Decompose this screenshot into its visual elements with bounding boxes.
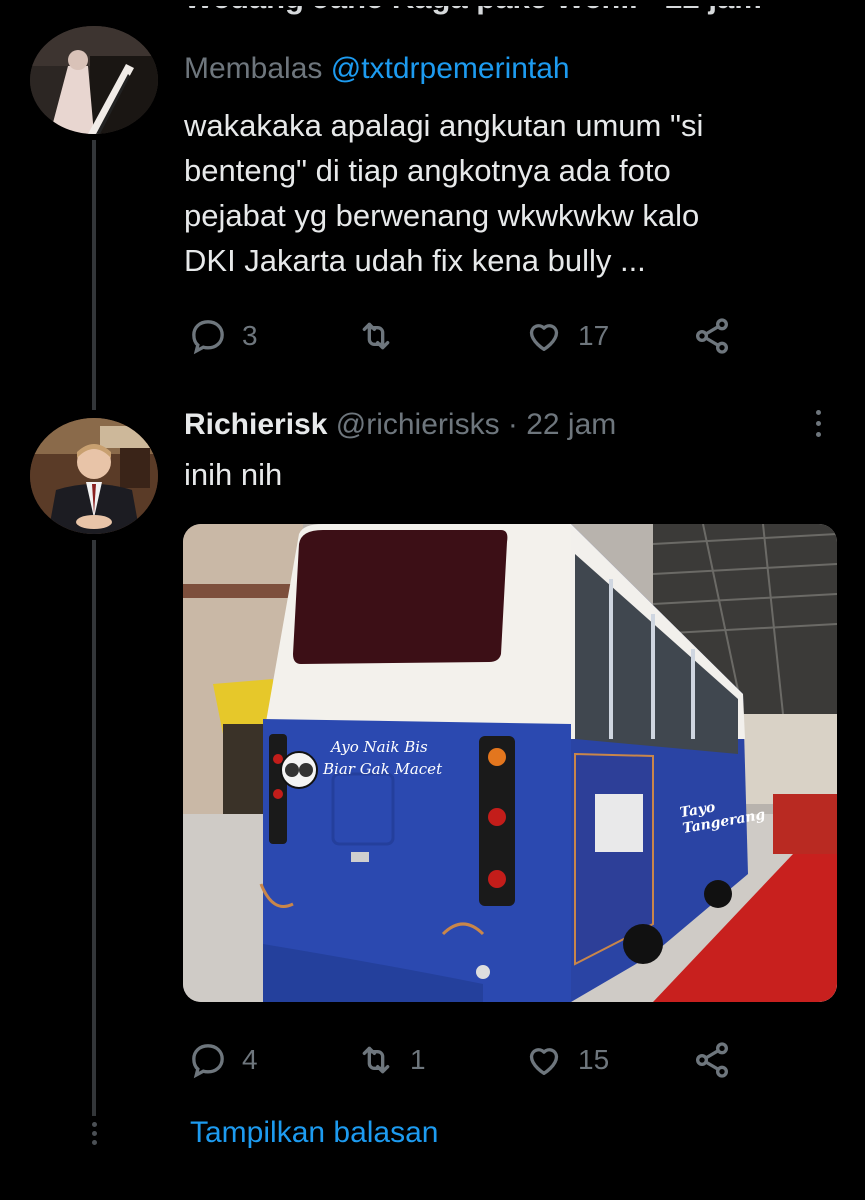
reply-count: 4	[242, 1044, 258, 1075]
thread-line	[92, 540, 96, 1116]
thread-ellipsis	[89, 1122, 99, 1149]
reply-prefix: Membalas	[184, 52, 323, 85]
tweet-media-photo[interactable]: Ayo Naik Bis Biar Gak Macet Tayo Tangera…	[183, 524, 837, 1002]
reply-button[interactable]: 4	[188, 1040, 258, 1080]
avatar[interactable]	[30, 26, 158, 134]
tweet-actions: 3 17	[184, 316, 744, 356]
tweet-text: wakakaka apalagi angkutan umum "si bente…	[184, 108, 704, 278]
reply-count: 3	[242, 320, 258, 351]
like-button[interactable]: 17	[524, 316, 609, 356]
show-replies-link[interactable]: Tampilkan balasan	[190, 1116, 438, 1150]
retweet-count: 1	[410, 1044, 426, 1075]
like-count: 17	[578, 320, 610, 351]
tweet-text: inih nih	[184, 457, 283, 492]
retweet-button[interactable]	[356, 316, 410, 356]
reply-icon	[192, 320, 224, 355]
reply-icon	[192, 1044, 224, 1079]
share-icon	[696, 318, 728, 354]
retweet-icon	[362, 322, 390, 350]
display-name[interactable]: Richierisk	[184, 408, 327, 441]
handle-and-time: @richierisks · 22 jam	[335, 408, 617, 441]
avatar[interactable]	[30, 418, 158, 534]
tweet-actions: 4 1 15	[184, 1040, 744, 1080]
cut-header: Wedang Jahe Kaga pake Wer... · 22 jam	[184, 6, 804, 36]
thread-line	[92, 140, 96, 410]
bus-slogan-line1: Ayo Naik Bis	[331, 738, 428, 756]
retweet-button[interactable]: 1	[356, 1040, 426, 1080]
like-icon	[529, 1048, 559, 1075]
bus-slogan-line2: Biar Gak Macet	[323, 760, 443, 778]
retweet-icon	[362, 1046, 390, 1074]
share-button[interactable]	[692, 1040, 732, 1080]
mention-link[interactable]: @txtdrpemerintah	[331, 52, 570, 85]
share-button[interactable]	[692, 316, 732, 356]
like-button[interactable]: 15	[524, 1040, 609, 1080]
like-icon	[529, 324, 559, 351]
reply-button[interactable]: 3	[188, 316, 258, 356]
tweet-author[interactable]: Richierisk @richierisks · 22 jam	[184, 408, 616, 442]
reply-context: Membalas @txtdrpemerintah	[184, 52, 570, 86]
like-count: 15	[578, 1044, 610, 1075]
more-icon[interactable]	[812, 410, 824, 446]
share-icon	[696, 1042, 728, 1078]
